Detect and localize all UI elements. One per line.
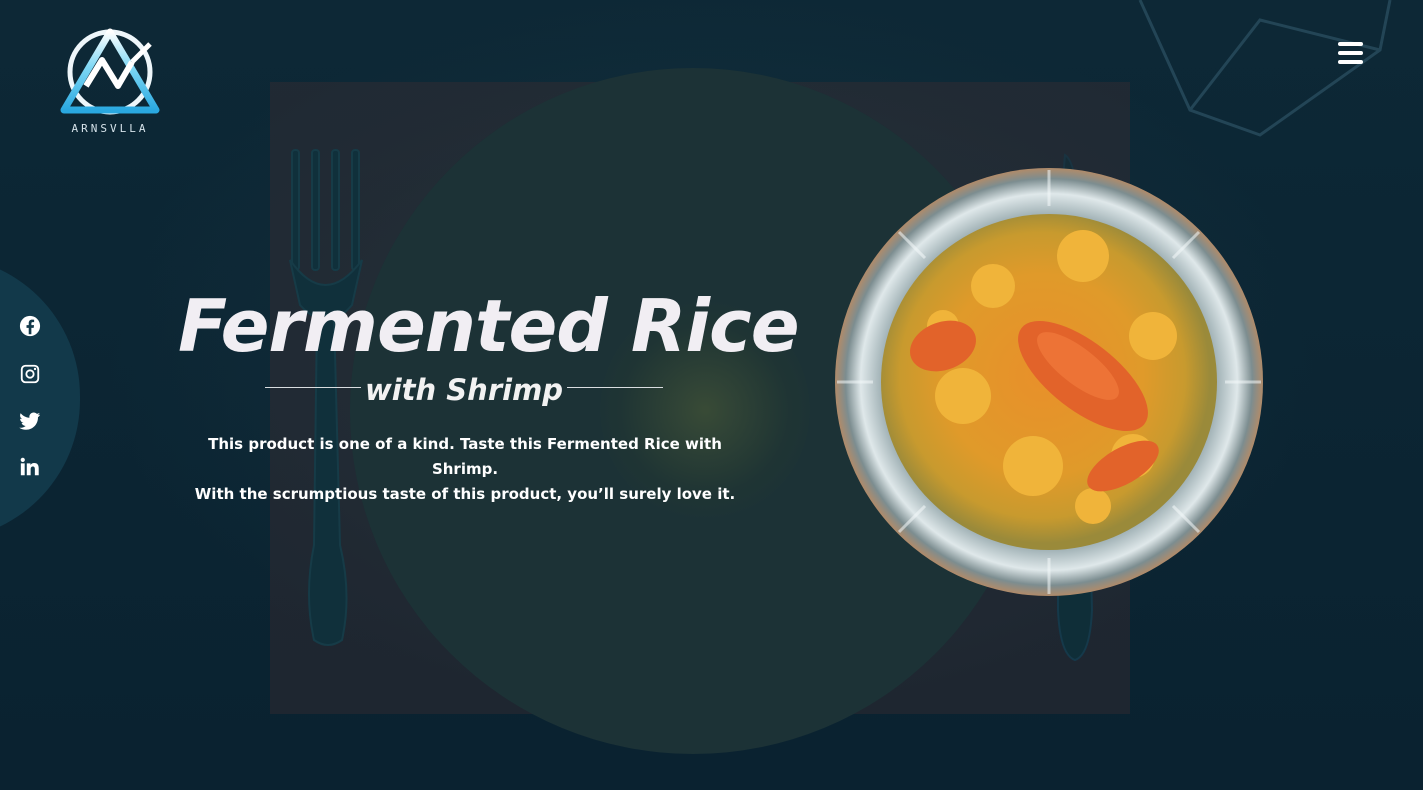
twitter-link[interactable] bbox=[19, 410, 41, 432]
linkedin-icon bbox=[20, 457, 39, 476]
instagram-link[interactable] bbox=[19, 363, 41, 385]
instagram-icon bbox=[20, 364, 40, 384]
logo-icon bbox=[60, 28, 160, 115]
product-bowl-image bbox=[835, 168, 1263, 596]
subtitle-divider-right bbox=[567, 387, 663, 388]
facebook-link[interactable] bbox=[19, 315, 41, 337]
hamburger-menu-icon bbox=[1338, 42, 1363, 46]
hero-description-line-1: This product is one of a kind. Taste thi… bbox=[208, 435, 722, 478]
glass-image bbox=[1138, 0, 1392, 137]
linkedin-link[interactable] bbox=[19, 456, 41, 478]
hero-description: This product is one of a kind. Taste thi… bbox=[175, 432, 755, 507]
brand-name: ARNSVLLA bbox=[71, 122, 149, 135]
hero-subtitle: with Shrimp bbox=[364, 373, 564, 407]
brand-logo[interactable]: ARNSVLLA bbox=[58, 26, 162, 138]
subtitle-divider-left bbox=[265, 387, 361, 388]
hero-description-line-2: With the scrumptious taste of this produ… bbox=[194, 485, 736, 503]
facebook-icon bbox=[19, 315, 41, 337]
hamburger-menu-button[interactable] bbox=[1338, 42, 1364, 66]
hero-title: Fermented Rice bbox=[178, 284, 800, 368]
twitter-icon bbox=[19, 412, 41, 430]
